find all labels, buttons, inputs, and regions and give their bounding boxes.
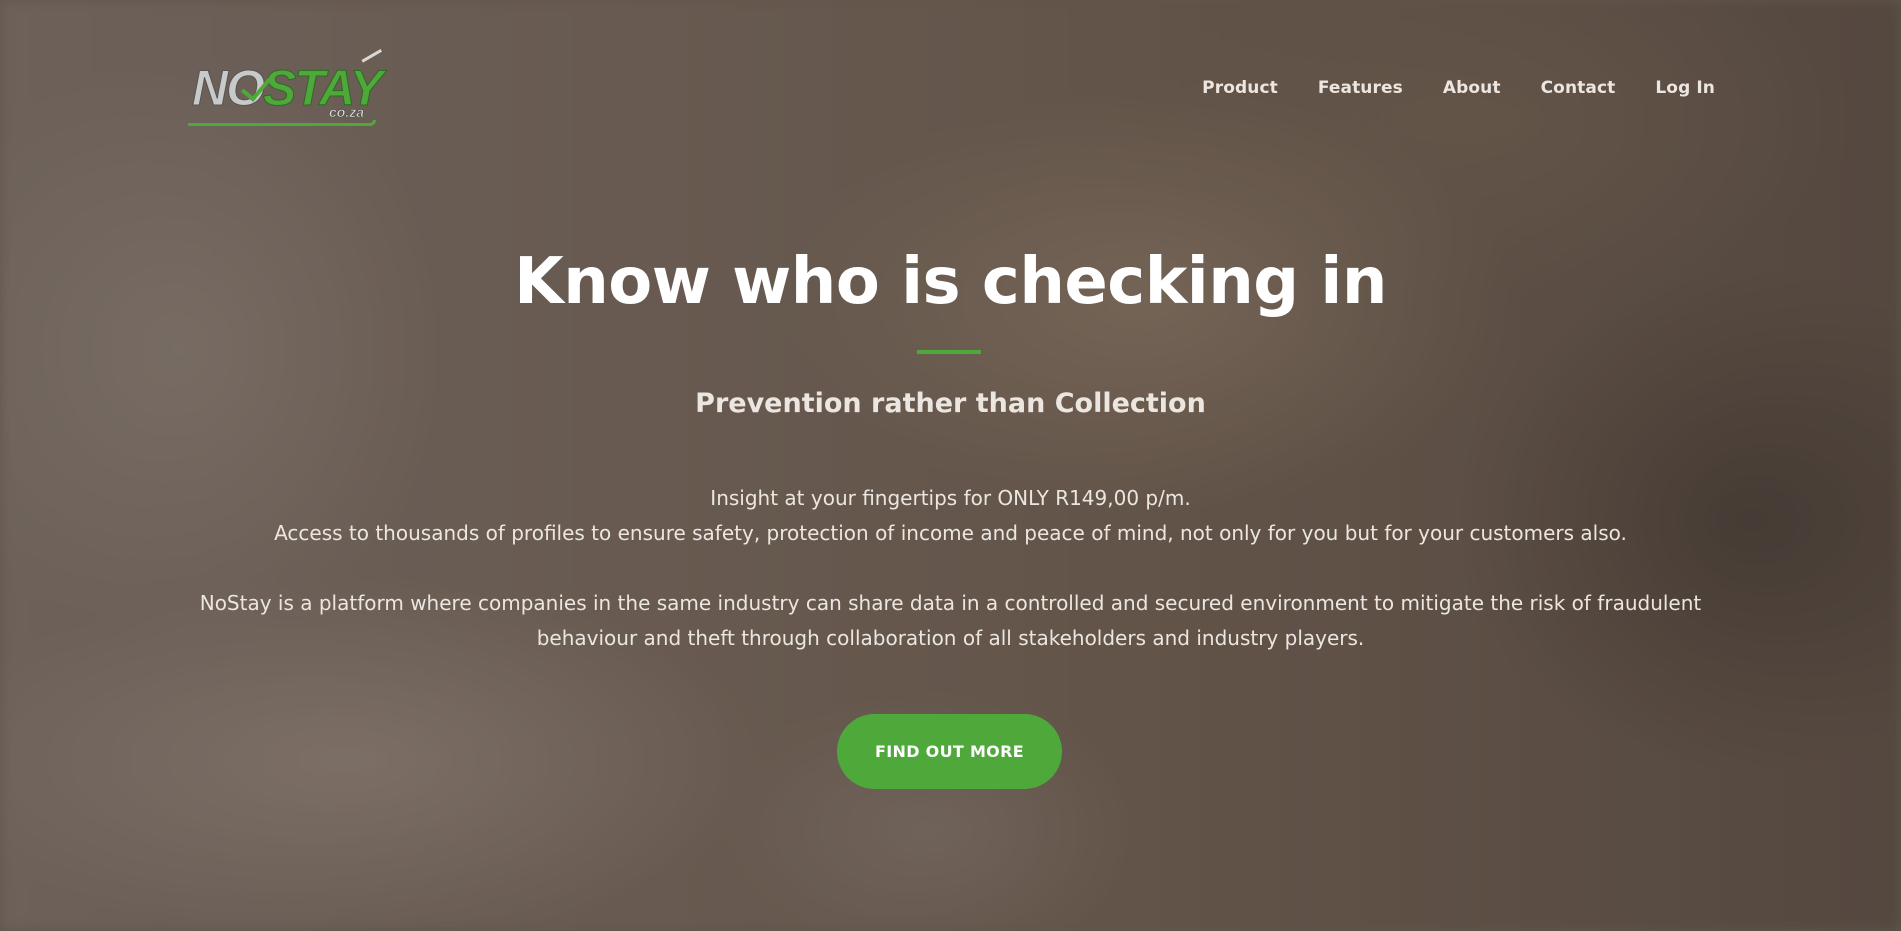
nostay-logo[interactable]: NOSTAY co.za: [186, 49, 386, 132]
nav-link-about[interactable]: About: [1443, 78, 1501, 98]
headline-divider: [917, 350, 981, 354]
logo-underline: [188, 120, 376, 126]
platform-description-line-2: behaviour and theft through collaboratio…: [536, 626, 1365, 650]
top-navbar: NOSTAY co.za Product Features About Cont…: [0, 0, 1901, 180]
platform-description: NoStay is a platform where companies in …: [190, 586, 1711, 656]
hero-headline: Know who is checking in: [514, 245, 1387, 319]
pricing-line: Insight at your fingertips for ONLY R149…: [710, 486, 1191, 510]
benefits-line: Access to thousands of profiles to ensur…: [274, 521, 1627, 545]
nav-link-product[interactable]: Product: [1202, 78, 1278, 98]
hero-section: NOSTAY co.za Product Features About Cont…: [0, 0, 1901, 931]
hero-subheadline: Prevention rather than Collection: [695, 388, 1206, 419]
nav-link-features[interactable]: Features: [1318, 78, 1403, 98]
pricing-paragraph: Insight at your fingertips for ONLY R149…: [190, 481, 1711, 551]
nav-menu: Product Features About Contact Log In: [1202, 78, 1715, 98]
nav-link-contact[interactable]: Contact: [1541, 78, 1616, 98]
logo-domain-suffix: co.za: [328, 104, 365, 121]
hero-content: NOSTAY co.za Product Features About Cont…: [0, 0, 1901, 931]
find-out-more-button[interactable]: FIND OUT MORE: [837, 714, 1062, 789]
platform-description-line-1: NoStay is a platform where companies in …: [199, 591, 1702, 615]
nav-link-login[interactable]: Log In: [1655, 78, 1715, 98]
